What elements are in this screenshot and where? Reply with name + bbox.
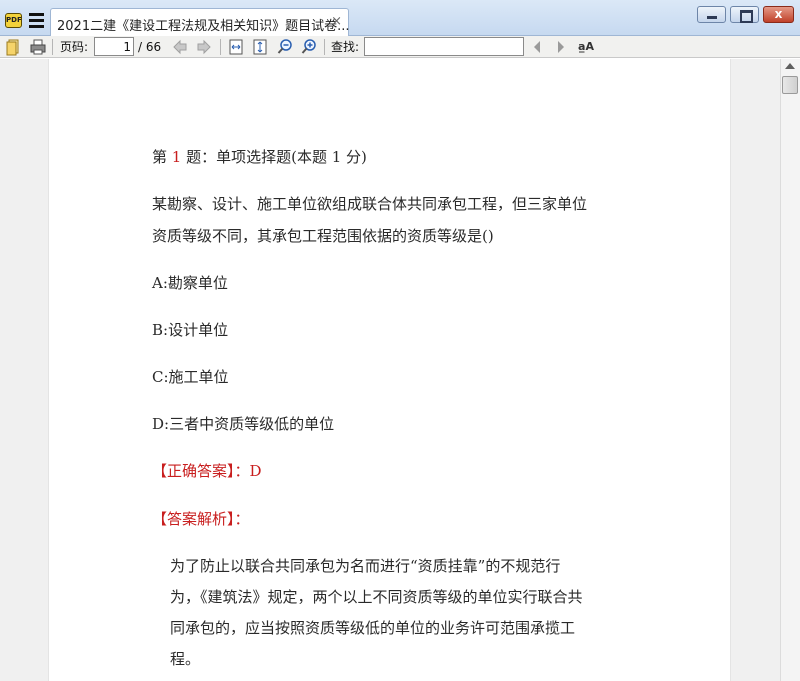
analysis-line: 同承包的，应当按照资质等级低的单位的业务许可范围承揽工	[170, 619, 576, 637]
hamburger-menu-icon[interactable]	[29, 13, 44, 28]
pdf-app-icon[interactable]: PDF	[5, 13, 22, 28]
match-case-icon[interactable]: a̲A	[578, 38, 594, 56]
pdf-page: 第 1 题：单项选择题(本题 1 分) 某勘察、设计、施工单位欲组成联合体共同承…	[48, 59, 731, 681]
analysis-line: 程。	[170, 650, 201, 668]
print-icon[interactable]	[30, 38, 46, 56]
page-total: / 66	[138, 40, 162, 54]
open-file-icon[interactable]	[6, 38, 22, 56]
question-type: 题：单项选择题(本题 1 分)	[181, 148, 367, 166]
option-b: B:设计单位	[152, 321, 229, 339]
document-viewer[interactable]: 第 1 题：单项选择题(本题 1 分) 某勘察、设计、施工单位欲组成联合体共同承…	[0, 59, 780, 681]
question-number: 1	[171, 148, 182, 166]
toolbar-separator	[324, 39, 325, 55]
analysis-line: 为，《建筑法》规定，两个以上不同资质等级的单位实行联合共	[170, 588, 583, 606]
close-window-button[interactable]: x	[763, 6, 794, 23]
page-number-input[interactable]	[94, 37, 134, 56]
zoom-in-icon[interactable]	[301, 38, 317, 56]
analysis-label: 【答案解析】：	[152, 510, 250, 528]
correct-answer: 【正确答案】：D	[152, 462, 262, 480]
fit-page-icon[interactable]	[253, 38, 267, 56]
question-number-prefix: 第	[152, 148, 172, 166]
option-a: A:勘察单位	[152, 274, 228, 292]
previous-page-icon[interactable]	[172, 38, 188, 56]
find-label: 查找:	[331, 40, 360, 54]
analysis-line: 为了防止以联合共同承包为名而进行“资质挂靠”的不规范行	[170, 557, 561, 575]
option-d: D:三者中资质等级低的单位	[152, 415, 335, 433]
question-heading: 第 1 题：单项选择题(本题 1 分)	[152, 146, 367, 167]
scrollbar-thumb[interactable]	[782, 76, 798, 94]
maximize-button[interactable]	[730, 6, 759, 23]
option-c: C:施工单位	[152, 368, 229, 386]
scroll-up-arrow-icon[interactable]	[785, 63, 795, 69]
question-stem-line: 某勘察、设计、施工单位欲组成联合体共同承包工程，但三家单位	[152, 195, 588, 213]
find-next-icon[interactable]	[554, 38, 568, 56]
page-label: 页码:	[60, 40, 89, 54]
document-tab-title: 2021二建《建设工程法规及相关知识》题目试卷...	[57, 19, 350, 34]
tab-close-icon[interactable]: ×	[331, 14, 342, 29]
minimize-button[interactable]	[697, 6, 726, 23]
toolbar-separator	[220, 39, 221, 55]
close-icon: x	[774, 7, 783, 21]
question-stem-line: 资质等级不同，其承包工程范围依据的资质等级是()	[152, 227, 494, 245]
toolbar: 页码: / 66 查找: a̲A	[0, 36, 800, 58]
document-tab[interactable]: 2021二建《建设工程法规及相关知识》题目试卷... ×	[50, 8, 349, 36]
zoom-out-icon[interactable]	[277, 38, 293, 56]
fit-width-icon[interactable]	[229, 38, 243, 56]
vertical-scrollbar[interactable]	[780, 59, 800, 681]
title-bar: PDF 2021二建《建设工程法规及相关知识》题目试卷... × x	[0, 0, 800, 36]
find-previous-icon[interactable]	[530, 38, 544, 56]
find-input[interactable]	[364, 37, 524, 56]
toolbar-separator	[52, 39, 53, 55]
next-page-icon[interactable]	[196, 38, 212, 56]
